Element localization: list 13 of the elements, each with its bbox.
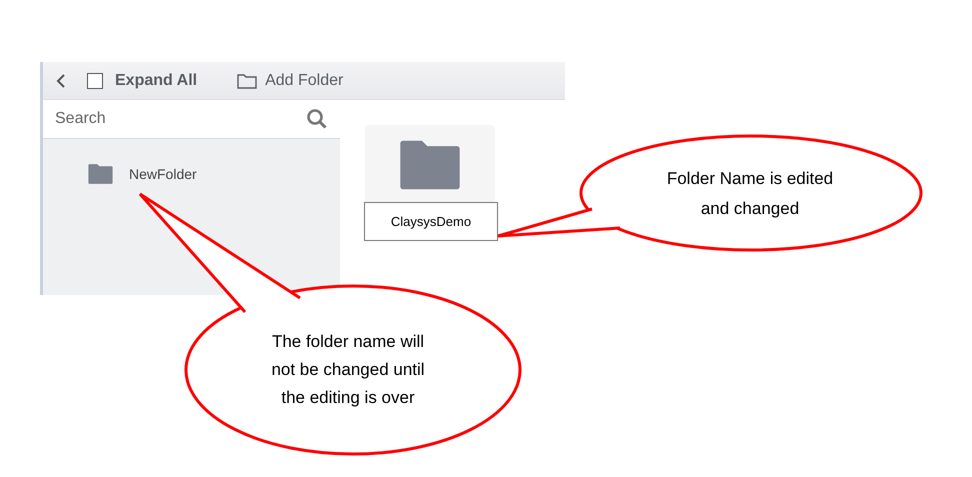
folder-icon	[87, 163, 114, 185]
expand-all-checkbox[interactable]: Expand All	[87, 68, 198, 92]
chevron-left-icon	[56, 72, 66, 88]
folder-outline-icon	[237, 72, 258, 88]
tree-item[interactable]: NewFolder	[129, 164, 197, 184]
folder-name-field[interactable]: ClaysysDemo	[364, 202, 498, 241]
search-field[interactable]: Search	[43, 100, 340, 139]
add-folder-button[interactable]: Add Folder	[237, 68, 344, 92]
folder-card[interactable]	[365, 125, 495, 202]
callout-text: Folder Name is edited and changed	[666, 168, 834, 220]
search-input[interactable]: Search	[55, 107, 306, 131]
search-icon	[306, 108, 328, 130]
callout-text: The folder name will not be changed until the editing is over	[270, 331, 426, 409]
